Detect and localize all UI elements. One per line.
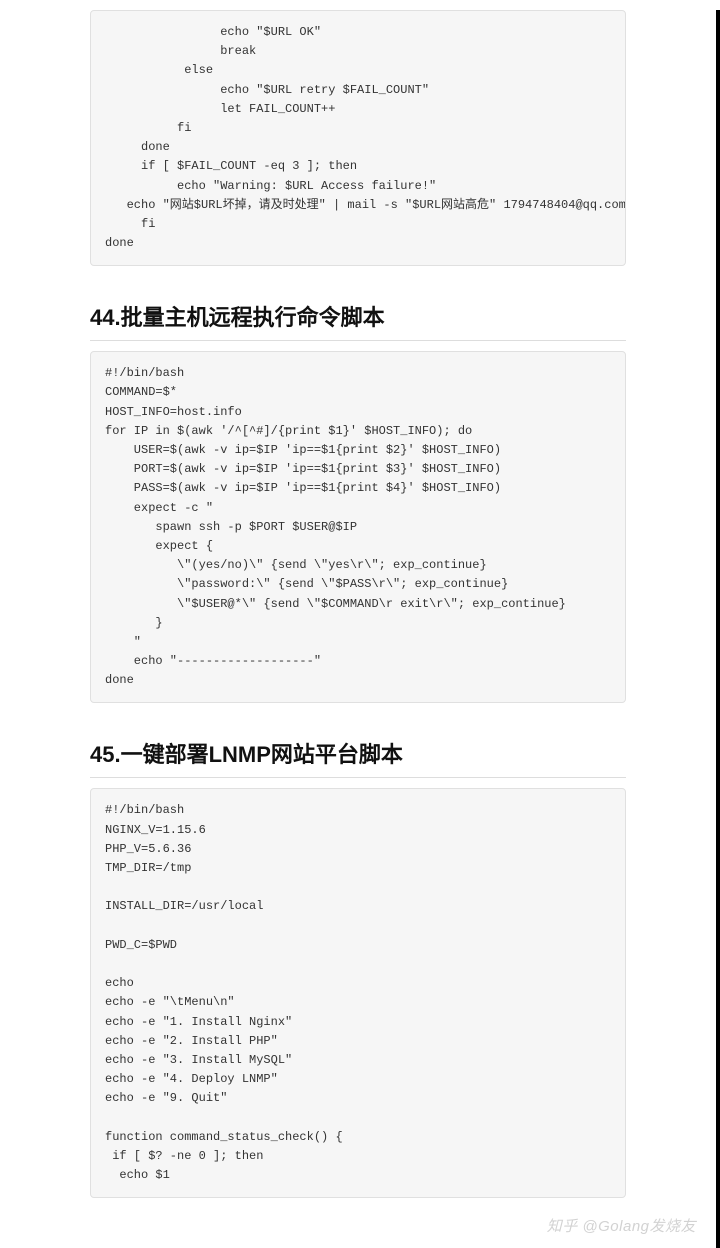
- code-block-43-continued: echo "$URL OK" break else echo "$URL ret…: [90, 10, 626, 266]
- code-block-45: #!/bin/bash NGINX_V=1.15.6 PHP_V=5.6.36 …: [90, 788, 626, 1198]
- code-block-44: #!/bin/bash COMMAND=$* HOST_INFO=host.in…: [90, 351, 626, 703]
- heading-45: 45.一键部署LNMP网站平台脚本: [90, 723, 626, 778]
- heading-44: 44.批量主机远程执行命令脚本: [90, 286, 626, 341]
